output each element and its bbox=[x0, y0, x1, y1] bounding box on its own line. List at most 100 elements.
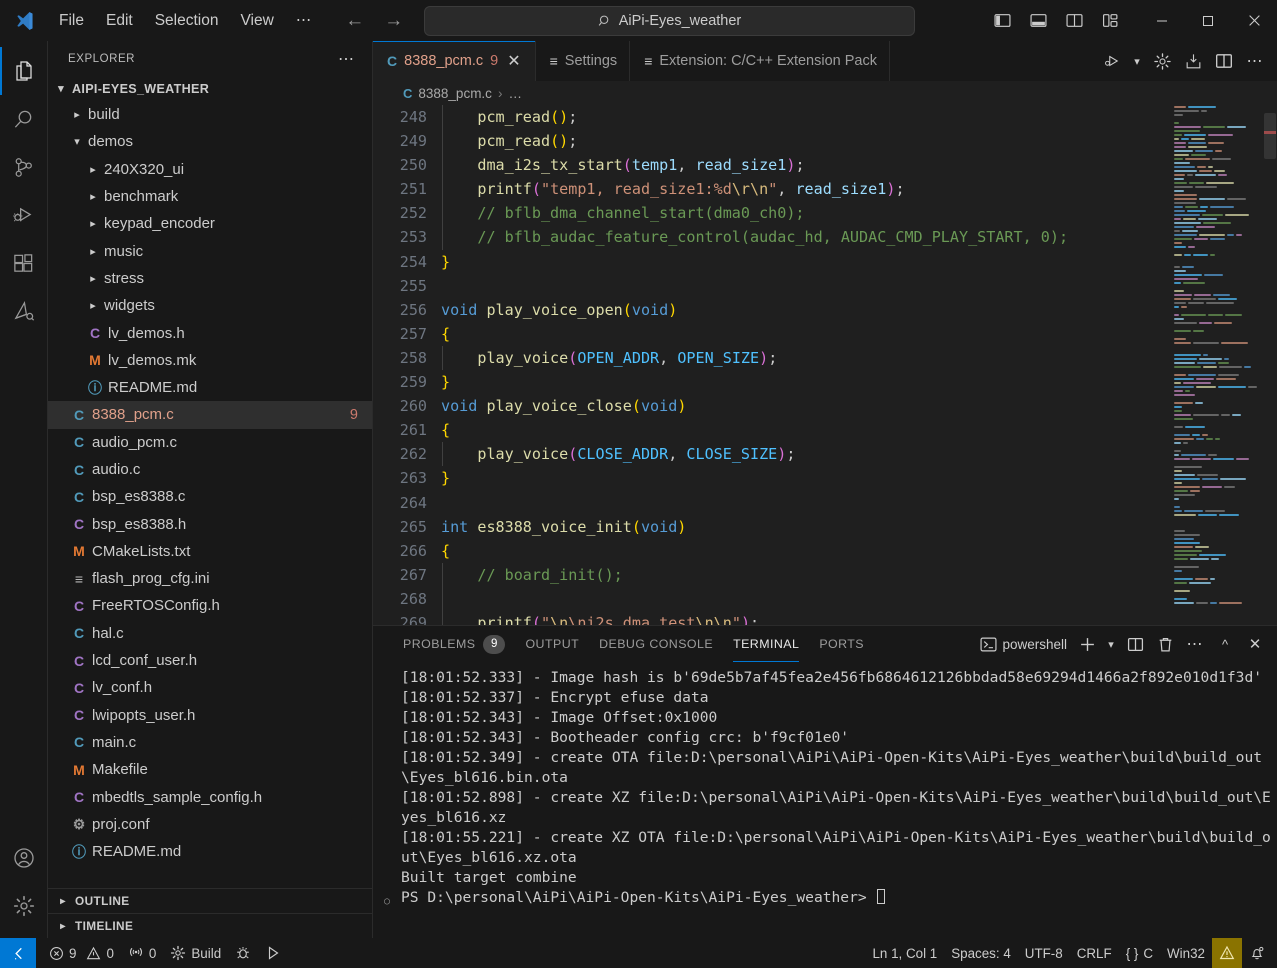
status-error-count[interactable]: 9 0 bbox=[42, 938, 121, 968]
tree-file-row[interactable]: ⚙ proj.conf bbox=[48, 811, 372, 838]
code-line[interactable] bbox=[441, 491, 1277, 515]
close-icon[interactable]: ✕ bbox=[505, 51, 522, 71]
tree-folder-row[interactable]: ▾ demos bbox=[48, 128, 372, 155]
maximize-button[interactable] bbox=[1185, 0, 1231, 41]
terminal-output[interactable]: [18:01:52.333] - Image hash is b'69de5b7… bbox=[373, 662, 1277, 938]
split-editor-icon[interactable] bbox=[1210, 47, 1238, 75]
panel-tab-terminal[interactable]: TERMINAL bbox=[723, 626, 809, 662]
breadcrumb-more[interactable]: … bbox=[508, 86, 522, 101]
activitybar-item-manage[interactable] bbox=[0, 882, 48, 930]
activitybar-item-run-and-debug[interactable] bbox=[0, 191, 48, 239]
editor-scroll-thumb[interactable] bbox=[1264, 113, 1276, 159]
code-line[interactable]: pcm_read(); bbox=[441, 129, 1277, 154]
tree-file-row[interactable]: ⓘ README.md bbox=[48, 374, 372, 401]
new-terminal-icon[interactable] bbox=[1073, 630, 1101, 658]
tree-folder-row[interactable]: ▸ keypad_encoder bbox=[48, 210, 372, 237]
workspace-root-row[interactable]: ▾ AIPI-EYES_WEATHER bbox=[48, 76, 372, 101]
menu-more[interactable]: ⋯ bbox=[285, 7, 323, 34]
tab-8388-pcm-c[interactable]: C 8388_pcm.c 9 ✕ bbox=[373, 41, 536, 81]
tree-file-row[interactable]: C 8388_pcm.c 9 bbox=[48, 401, 372, 429]
code-line[interactable]: int es8388_voice_init(void) bbox=[441, 515, 1277, 539]
chevron-down-icon[interactable]: ▾ bbox=[1103, 630, 1119, 658]
tree-file-row[interactable]: C FreeRTOSConfig.h bbox=[48, 592, 372, 619]
panel-tab-ports[interactable]: PORTS bbox=[809, 626, 874, 662]
code-content[interactable]: pcm_read(); pcm_read(); dma_i2s_tx_start… bbox=[441, 105, 1277, 625]
ellipsis-icon[interactable]: ⋯ bbox=[330, 47, 364, 71]
code-line[interactable]: play_voice(CLOSE_ADDR, CLOSE_SIZE); bbox=[441, 442, 1277, 467]
tree-file-row[interactable]: Mlv_demos.mk bbox=[48, 347, 372, 374]
gear-icon[interactable] bbox=[1148, 47, 1176, 75]
code-line[interactable]: } bbox=[441, 466, 1277, 490]
activitybar-item-accounts[interactable] bbox=[0, 834, 48, 882]
breadcrumb-file[interactable]: 8388_pcm.c bbox=[418, 86, 492, 101]
status-eol[interactable]: CRLF bbox=[1070, 938, 1119, 968]
code-line[interactable]: } bbox=[441, 250, 1277, 274]
status-cursor-position[interactable]: Ln 1, Col 1 bbox=[865, 938, 944, 968]
tab-settings[interactable]: ≡ Settings bbox=[536, 41, 631, 81]
status-ports-count[interactable]: 0 bbox=[121, 938, 163, 968]
tree-file-row[interactable]: ≡ flash_prog_cfg.ini bbox=[48, 565, 372, 592]
close-button[interactable] bbox=[1231, 0, 1277, 41]
status-cmake-warning[interactable] bbox=[1212, 938, 1242, 968]
tree-file-row[interactable]: Caudio.c bbox=[48, 456, 372, 483]
remote-window-icon[interactable] bbox=[0, 938, 36, 968]
tree-file-row[interactable]: Clv_demos.h bbox=[48, 319, 372, 346]
code-line[interactable]: void play_voice_close(void) bbox=[441, 394, 1277, 418]
code-line[interactable]: } bbox=[441, 370, 1277, 394]
timeline-section-header[interactable]: ▸ TIMELINE bbox=[48, 913, 372, 938]
activitybar-item-search[interactable] bbox=[0, 95, 48, 143]
activitybar-item-source-control[interactable] bbox=[0, 143, 48, 191]
tree-file-row[interactable]: Chal.c bbox=[48, 620, 372, 647]
tree-file-row[interactable]: Cbsp_es8388.h bbox=[48, 510, 372, 537]
tree-file-row[interactable]: M CMakeLists.txt bbox=[48, 538, 372, 565]
panel-tab-debug-console[interactable]: DEBUG CONSOLE bbox=[589, 626, 723, 662]
code-line[interactable]: { bbox=[441, 539, 1277, 563]
tree-file-row[interactable]: Clwipopts_user.h bbox=[48, 702, 372, 729]
status-notifications[interactable] bbox=[1242, 938, 1277, 968]
terminal-prompt[interactable]: PS D:\personal\AiPi\AiPi-Open-Kits\AiPi-… bbox=[384, 888, 1277, 912]
code-line[interactable] bbox=[441, 586, 1277, 611]
status-encoding[interactable]: UTF-8 bbox=[1018, 938, 1070, 968]
chevron-down-icon[interactable]: ▾ bbox=[1129, 47, 1145, 75]
minimize-button[interactable] bbox=[1139, 0, 1185, 41]
panel-tab-problems[interactable]: PROBLEMS 9 bbox=[393, 626, 515, 662]
activitybar-item-extensions[interactable] bbox=[0, 239, 48, 287]
menu-view[interactable]: View bbox=[229, 8, 284, 34]
toggle-primary-sidebar-icon[interactable] bbox=[987, 6, 1017, 36]
kill-terminal-icon[interactable] bbox=[1151, 630, 1179, 658]
status-cmake-run[interactable] bbox=[258, 938, 288, 968]
outline-section-header[interactable]: ▸ OUTLINE bbox=[48, 888, 372, 913]
toggle-panel-icon[interactable] bbox=[1023, 6, 1053, 36]
status-language-mode[interactable]: { } C bbox=[1119, 938, 1160, 968]
tree-file-row[interactable]: ⓘ README.md bbox=[48, 838, 372, 865]
code-editor[interactable]: 248 249 250 251 252 253 254 255 256 257 258 259 260 2… bbox=[373, 105, 1277, 625]
code-line[interactable] bbox=[441, 274, 1277, 298]
tree-folder-row[interactable]: ▸ stress bbox=[48, 265, 372, 292]
tree-folder-row[interactable]: ▸ build bbox=[48, 101, 372, 128]
code-line[interactable]: pcm_read(); bbox=[441, 105, 1277, 130]
activitybar-item-explorer[interactable] bbox=[0, 47, 48, 95]
tree-file-row[interactable]: Clv_conf.h bbox=[48, 674, 372, 701]
status-cmake-debug[interactable] bbox=[228, 938, 258, 968]
download-build-icon[interactable] bbox=[1179, 47, 1207, 75]
code-line[interactable]: // bflb_dma_channel_start(dma0_ch0); bbox=[441, 201, 1277, 226]
tree-file-row[interactable]: Cmain.c bbox=[48, 729, 372, 756]
code-line[interactable]: // board_init(); bbox=[441, 562, 1277, 587]
customize-layout-icon[interactable] bbox=[1095, 6, 1125, 36]
tree-folder-row[interactable]: ▸ 240X320_ui bbox=[48, 156, 372, 183]
tree-file-row[interactable]: Clcd_conf_user.h bbox=[48, 647, 372, 674]
tree-file-row[interactable]: Cmbedtls_sample_config.h bbox=[48, 783, 372, 810]
code-line[interactable]: printf("temp1, read_size1:%d\r\n", read_… bbox=[441, 177, 1277, 202]
menu-selection[interactable]: Selection bbox=[144, 8, 230, 34]
close-panel-icon[interactable]: ✕ bbox=[1241, 630, 1269, 658]
tree-folder-row[interactable]: ▸ benchmark bbox=[48, 183, 372, 210]
code-line[interactable]: // bflb_audac_feature_control(audac_hd, … bbox=[441, 225, 1277, 250]
tree-file-row[interactable]: Cbsp_es8388.c bbox=[48, 483, 372, 510]
code-line[interactable]: printf("\n\ni2s dma test\n\n"); bbox=[441, 610, 1277, 625]
arrow-left-icon[interactable]: ← bbox=[340, 10, 369, 32]
menu-file[interactable]: File bbox=[48, 8, 95, 34]
run-or-debug-icon[interactable] bbox=[1098, 47, 1126, 75]
terminal-shell-selector[interactable]: powershell bbox=[976, 630, 1071, 658]
maximize-panel-icon[interactable]: ^ bbox=[1211, 630, 1239, 658]
menu-edit[interactable]: Edit bbox=[95, 8, 144, 34]
